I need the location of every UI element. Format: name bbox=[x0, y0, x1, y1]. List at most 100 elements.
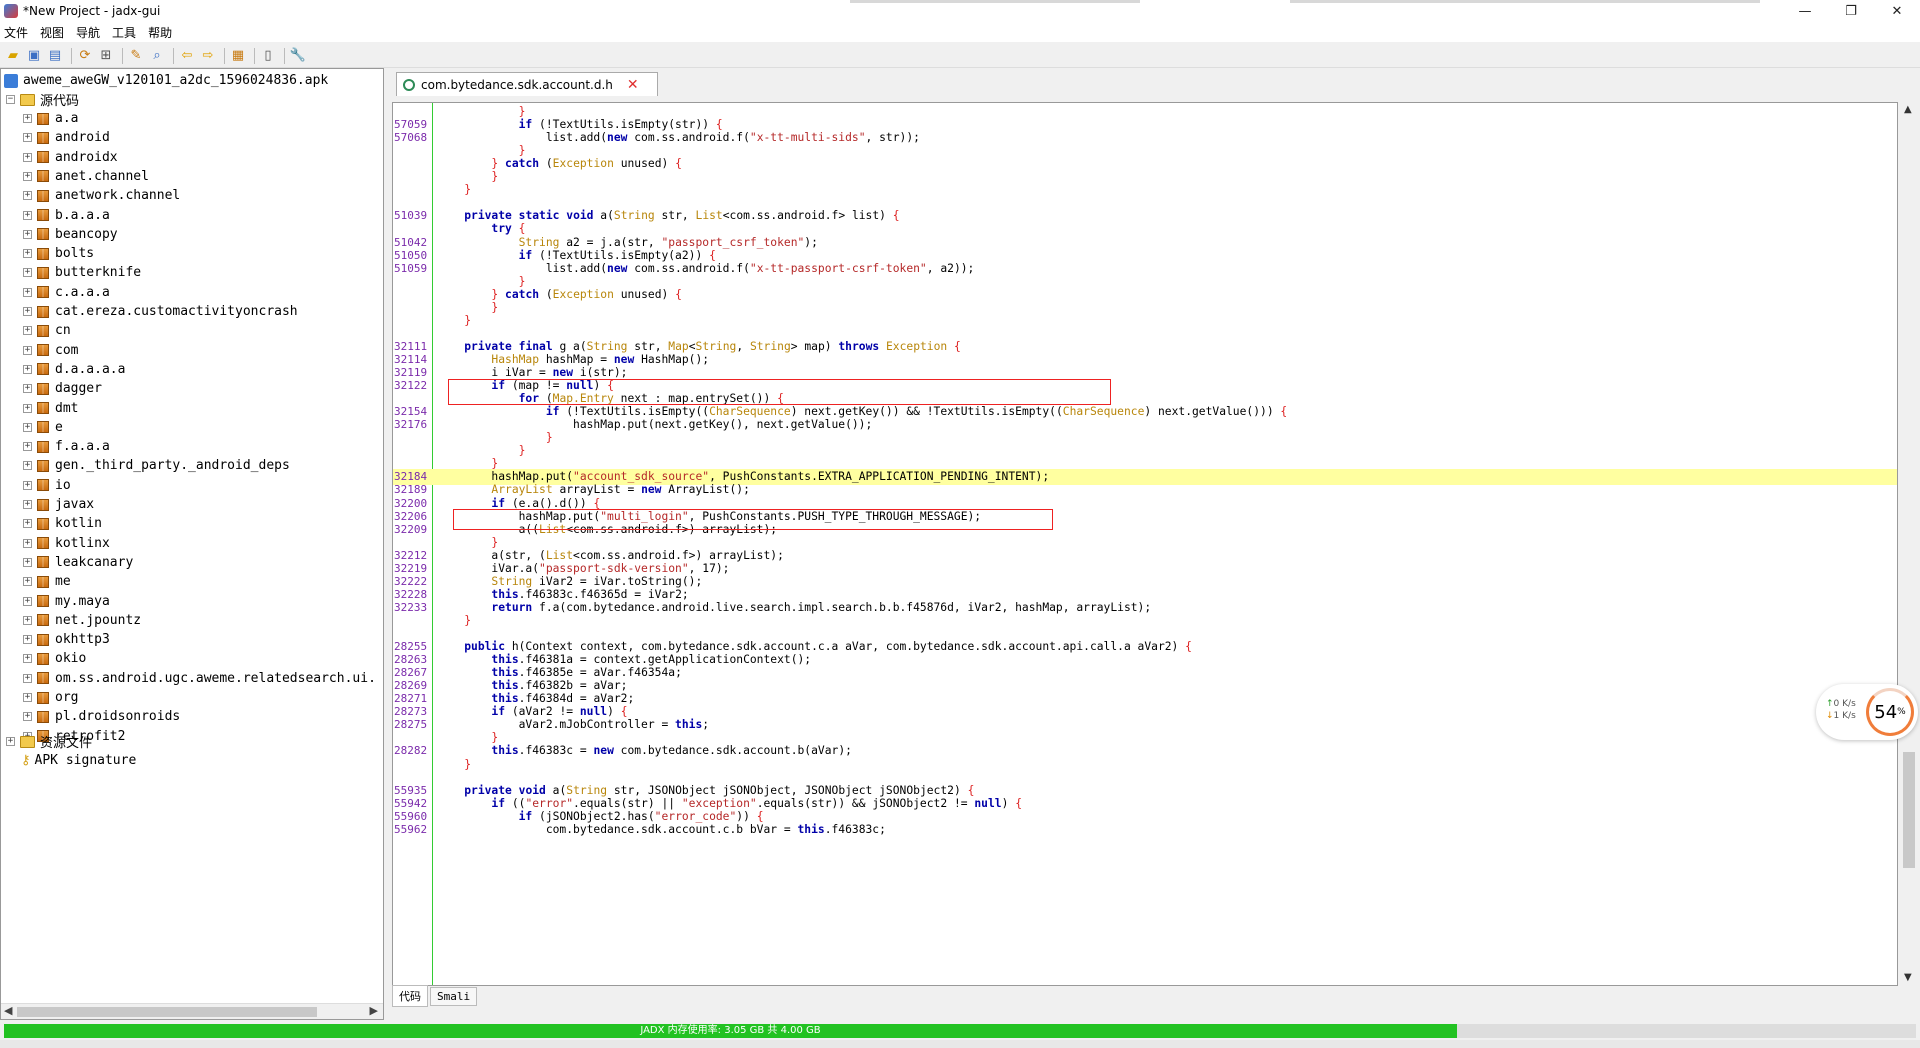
expand-icon[interactable]: + bbox=[23, 635, 32, 645]
expand-icon[interactable]: + bbox=[23, 249, 32, 259]
menu-file[interactable]: 文件 bbox=[4, 24, 28, 41]
open-file-icon[interactable]: ▰ bbox=[4, 47, 22, 65]
scroll-up-icon[interactable]: ▲ bbox=[1904, 104, 1912, 115]
expand-icon[interactable]: + bbox=[23, 114, 32, 123]
editor-vertical-scrollbar[interactable]: ▲ ▼ bbox=[1900, 102, 1918, 986]
menu-navigation[interactable]: 导航 bbox=[76, 24, 100, 41]
expand-icon[interactable]: + bbox=[23, 538, 32, 548]
menu-help[interactable]: 帮助 bbox=[148, 24, 172, 41]
expand-icon[interactable]: + bbox=[23, 461, 32, 471]
tree-package-item[interactable]: + okhttp3 bbox=[23, 630, 110, 649]
tree-package-item[interactable]: + javax bbox=[23, 495, 94, 514]
tree-package-item[interactable]: + butterknife bbox=[23, 263, 141, 282]
expand-icon[interactable]: + bbox=[23, 287, 32, 297]
expand-icon[interactable]: + bbox=[23, 326, 32, 336]
network-speed-widget[interactable]: ↑0 K/s ↓1 K/s 54% bbox=[1816, 684, 1918, 740]
expand-icon[interactable]: + bbox=[23, 596, 32, 606]
expand-icon[interactable]: + bbox=[6, 737, 15, 746]
scroll-down-icon[interactable]: ▼ bbox=[1904, 972, 1912, 983]
code-line[interactable]: 55962 com.bytedance.sdk.account.c.b bVar… bbox=[393, 822, 1897, 838]
expand-icon[interactable]: + bbox=[23, 519, 32, 529]
expand-icon[interactable]: + bbox=[23, 229, 32, 239]
expand-icon[interactable]: + bbox=[23, 171, 32, 181]
close-tab-icon[interactable]: ✕ bbox=[627, 77, 639, 93]
expand-icon[interactable]: + bbox=[23, 384, 32, 394]
tree-resources-folder[interactable]: + 资源文件 bbox=[6, 732, 92, 751]
class-search-icon[interactable]: ⌕ bbox=[148, 47, 166, 65]
back-icon[interactable]: ⇦ bbox=[178, 47, 196, 65]
tree-package-item[interactable]: + bolts bbox=[23, 244, 94, 263]
expand-icon[interactable]: + bbox=[23, 615, 32, 625]
sync-icon[interactable]: ⟳ bbox=[76, 47, 94, 65]
close-button[interactable]: ✕ bbox=[1874, 0, 1920, 22]
expand-icon[interactable]: + bbox=[23, 364, 32, 374]
minimize-button[interactable]: — bbox=[1782, 0, 1828, 22]
tree-package-item[interactable]: + anet.channel bbox=[23, 167, 149, 186]
scroll-left-icon[interactable]: ◀ bbox=[4, 1004, 12, 1017]
tree-package-item[interactable]: + androidx bbox=[23, 148, 118, 167]
expand-icon[interactable]: + bbox=[23, 191, 32, 201]
tree-package-item[interactable]: + gen._third_party._android_deps bbox=[23, 456, 290, 475]
flatten-packages-icon[interactable]: ⊞ bbox=[97, 47, 115, 65]
tree-horizontal-scrollbar[interactable]: ◀ ▶ bbox=[1, 1003, 383, 1019]
tree-package-item[interactable]: + dagger bbox=[23, 379, 102, 398]
tab-com-bytedance-sdk-account-d-h[interactable]: com.bytedance.sdk.account.d.h ✕ bbox=[396, 72, 658, 96]
expand-icon[interactable]: + bbox=[23, 422, 32, 432]
tree-package-item[interactable]: + pl.droidsonroids bbox=[23, 707, 180, 726]
tree-package-item[interactable]: + dmt bbox=[23, 399, 78, 418]
preferences-icon[interactable]: 🔧 bbox=[289, 47, 307, 65]
tree-package-item[interactable]: + org bbox=[23, 688, 78, 707]
tree-package-item[interactable]: + anetwork.channel bbox=[23, 186, 180, 205]
tree-package-item[interactable]: + net.jpountz bbox=[23, 611, 141, 630]
expand-icon[interactable]: + bbox=[23, 268, 32, 278]
tree-apk-signature[interactable]: ⚷ APK signature bbox=[21, 751, 136, 770]
tree-package-item[interactable]: + cn bbox=[23, 321, 71, 340]
save-all-icon[interactable]: ▣ bbox=[25, 47, 43, 65]
expand-icon[interactable]: + bbox=[23, 133, 32, 143]
tree-package-item[interactable]: + me bbox=[23, 572, 71, 591]
expand-icon[interactable]: + bbox=[23, 693, 32, 702]
tree-package-item[interactable]: + e bbox=[23, 418, 63, 437]
tree-package-item[interactable]: + android bbox=[23, 128, 110, 147]
expand-icon[interactable]: + bbox=[23, 500, 32, 509]
expand-icon[interactable]: + bbox=[23, 210, 32, 220]
expand-icon[interactable]: + bbox=[23, 712, 32, 722]
tree-root-apk[interactable]: aweme_aweGW_v120101_a2dc_1596024836.apk bbox=[4, 71, 328, 90]
deobfuscation-icon[interactable]: ▦ bbox=[229, 47, 247, 65]
tree-package-item[interactable]: + beancopy bbox=[23, 225, 118, 244]
expand-icon[interactable]: + bbox=[23, 673, 32, 683]
tab-code[interactable]: 代码 bbox=[392, 985, 428, 1007]
expand-icon[interactable]: + bbox=[23, 307, 32, 316]
tree-package-item[interactable]: + d.a.a.a.a bbox=[23, 360, 125, 379]
tree-source-folder[interactable]: − 源代码 bbox=[6, 90, 79, 109]
tree-package-item[interactable]: + om.ss.android.ugc.aweme.relatedsearch.u… bbox=[23, 669, 376, 688]
tree-package-item[interactable]: + b.a.a.a bbox=[23, 206, 110, 225]
expand-icon[interactable]: + bbox=[23, 403, 32, 413]
expand-icon[interactable]: + bbox=[23, 557, 32, 567]
tree-package-item[interactable]: + cat.ereza.customactivityoncrash bbox=[23, 302, 298, 321]
code-editor[interactable]: } 57059 if (!TextUtils.isEmpty(str)) {570… bbox=[392, 102, 1898, 986]
tree-package-item[interactable]: + leakcanary bbox=[23, 553, 133, 572]
maximize-button[interactable]: ❐ bbox=[1828, 0, 1874, 22]
expand-icon[interactable]: + bbox=[23, 480, 32, 490]
scrollbar-thumb[interactable] bbox=[17, 1007, 317, 1017]
tree-package-item[interactable]: + a.a bbox=[23, 109, 78, 128]
text-search-icon[interactable]: ✎ bbox=[127, 47, 145, 65]
menu-view[interactable]: 视图 bbox=[40, 24, 64, 41]
tree-package-item[interactable]: + my.maya bbox=[23, 592, 110, 611]
export-icon[interactable]: ▤ bbox=[46, 47, 64, 65]
scrollbar-thumb[interactable] bbox=[1903, 752, 1915, 868]
expand-icon[interactable]: + bbox=[23, 152, 32, 162]
tree-package-item[interactable]: + c.a.a.a bbox=[23, 283, 110, 302]
log-viewer-icon[interactable]: ▯ bbox=[259, 47, 277, 65]
tree-package-item[interactable]: + io bbox=[23, 476, 71, 495]
tree-package-item[interactable]: + okio bbox=[23, 649, 86, 668]
tree-package-item[interactable]: + com bbox=[23, 341, 78, 360]
collapse-icon[interactable]: − bbox=[6, 95, 15, 104]
expand-icon[interactable]: + bbox=[23, 442, 32, 452]
expand-icon[interactable]: + bbox=[23, 577, 32, 587]
project-tree[interactable]: aweme_aweGW_v120101_a2dc_1596024836.apk … bbox=[0, 68, 384, 1020]
tree-package-item[interactable]: + kotlin bbox=[23, 514, 102, 533]
tab-smali[interactable]: Smali bbox=[430, 986, 478, 1006]
forward-icon[interactable]: ⇨ bbox=[199, 47, 217, 65]
